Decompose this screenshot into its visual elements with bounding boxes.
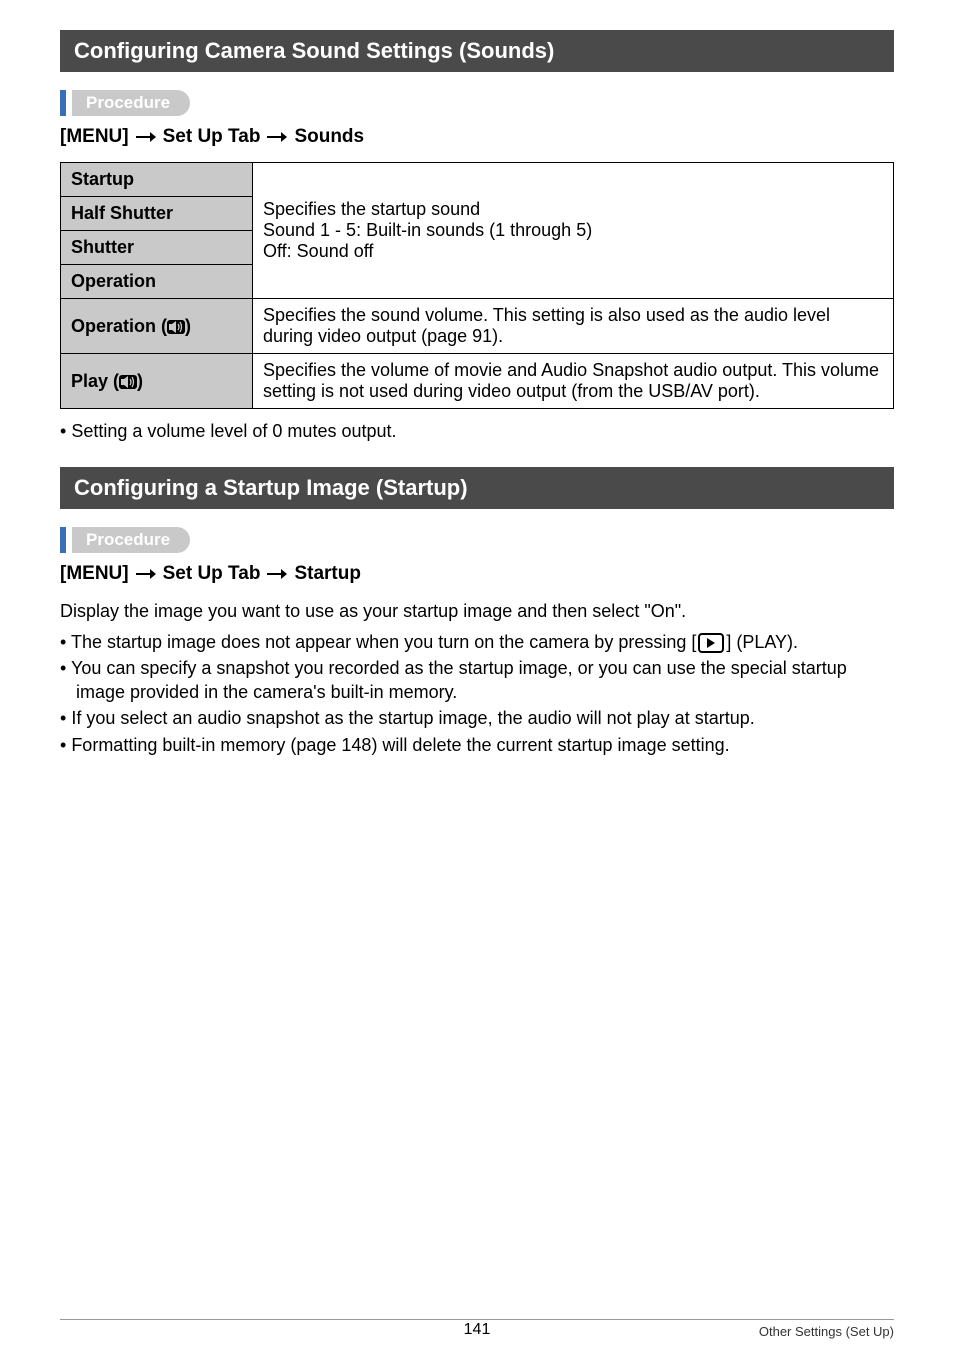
row-label-operation: Operation bbox=[61, 265, 253, 299]
desc-line: Specifies the startup sound bbox=[263, 199, 480, 219]
row-desc-operation-volume: Specifies the sound volume. This setting… bbox=[253, 299, 894, 354]
section-heading-sounds: Configuring Camera Sound Settings (Sound… bbox=[60, 30, 894, 72]
menu-token: [MENU] bbox=[60, 563, 129, 585]
list-item: The startup image does not appear when y… bbox=[60, 630, 894, 654]
table-row: Operation () Specifies the sound volume.… bbox=[61, 299, 894, 354]
table-row: Play () Specifies the volume of movie an… bbox=[61, 354, 894, 409]
arrow-right-icon bbox=[266, 126, 288, 148]
desc-line: Off: Sound off bbox=[263, 241, 373, 261]
row-desc-startup-sounds: Specifies the startup sound Sound 1 - 5:… bbox=[253, 163, 894, 299]
menu-path-startup: [MENU] Set Up Tab Startup bbox=[60, 563, 894, 585]
speaker-icon bbox=[119, 375, 137, 389]
list-item: Formatting built-in memory (page 148) wi… bbox=[60, 733, 894, 757]
label-text: ) bbox=[185, 316, 191, 336]
list-item: Setting a volume level of 0 mutes output… bbox=[60, 419, 894, 443]
row-label-shutter: Shutter bbox=[61, 231, 253, 265]
menu-token: Set Up Tab bbox=[163, 563, 261, 585]
speaker-icon bbox=[167, 320, 185, 334]
page-number: 141 bbox=[464, 1321, 491, 1339]
page: Configuring Camera Sound Settings (Sound… bbox=[0, 0, 954, 1357]
sounds-settings-table: Startup Specifies the startup sound Soun… bbox=[60, 162, 894, 409]
table-row: Startup Specifies the startup sound Soun… bbox=[61, 163, 894, 197]
row-label-half-shutter: Half Shutter bbox=[61, 197, 253, 231]
body-paragraph: Display the image you want to use as you… bbox=[60, 599, 894, 623]
notes-list: Setting a volume level of 0 mutes output… bbox=[60, 419, 894, 443]
page-footer: 141 Other Settings (Set Up) bbox=[60, 1319, 894, 1339]
text-fragment: ] (PLAY). bbox=[726, 632, 798, 652]
play-icon bbox=[698, 633, 724, 653]
label-text: Play ( bbox=[71, 371, 119, 391]
row-label-operation-volume: Operation () bbox=[61, 299, 253, 354]
section-heading-startup: Configuring a Startup Image (Startup) bbox=[60, 467, 894, 509]
procedure-row: Procedure bbox=[60, 527, 894, 553]
list-item: You can specify a snapshot you recorded … bbox=[60, 656, 894, 705]
menu-token: Startup bbox=[294, 563, 361, 585]
row-label-startup: Startup bbox=[61, 163, 253, 197]
footer-section-title: Other Settings (Set Up) bbox=[759, 1324, 894, 1339]
startup-notes-list: The startup image does not appear when y… bbox=[60, 630, 894, 757]
text-fragment: The startup image does not appear when y… bbox=[71, 632, 696, 652]
menu-token: Set Up Tab bbox=[163, 126, 261, 148]
menu-token: Sounds bbox=[294, 126, 364, 148]
procedure-accent-bar bbox=[60, 90, 66, 116]
procedure-accent-bar bbox=[60, 527, 66, 553]
procedure-label: Procedure bbox=[72, 527, 190, 553]
label-text: ) bbox=[137, 371, 143, 391]
triangle-icon bbox=[707, 638, 715, 648]
arrow-right-icon bbox=[135, 563, 157, 585]
desc-line: Sound 1 - 5: Built-in sounds (1 through … bbox=[263, 220, 592, 240]
row-label-play-volume: Play () bbox=[61, 354, 253, 409]
list-item: If you select an audio snapshot as the s… bbox=[60, 706, 894, 730]
menu-path-sounds: [MENU] Set Up Tab Sounds bbox=[60, 126, 894, 148]
procedure-label: Procedure bbox=[72, 90, 190, 116]
label-text: Operation ( bbox=[71, 316, 167, 336]
arrow-right-icon bbox=[135, 126, 157, 148]
procedure-row: Procedure bbox=[60, 90, 894, 116]
arrow-right-icon bbox=[266, 563, 288, 585]
menu-token: [MENU] bbox=[60, 126, 129, 148]
row-desc-play-volume: Specifies the volume of movie and Audio … bbox=[253, 354, 894, 409]
